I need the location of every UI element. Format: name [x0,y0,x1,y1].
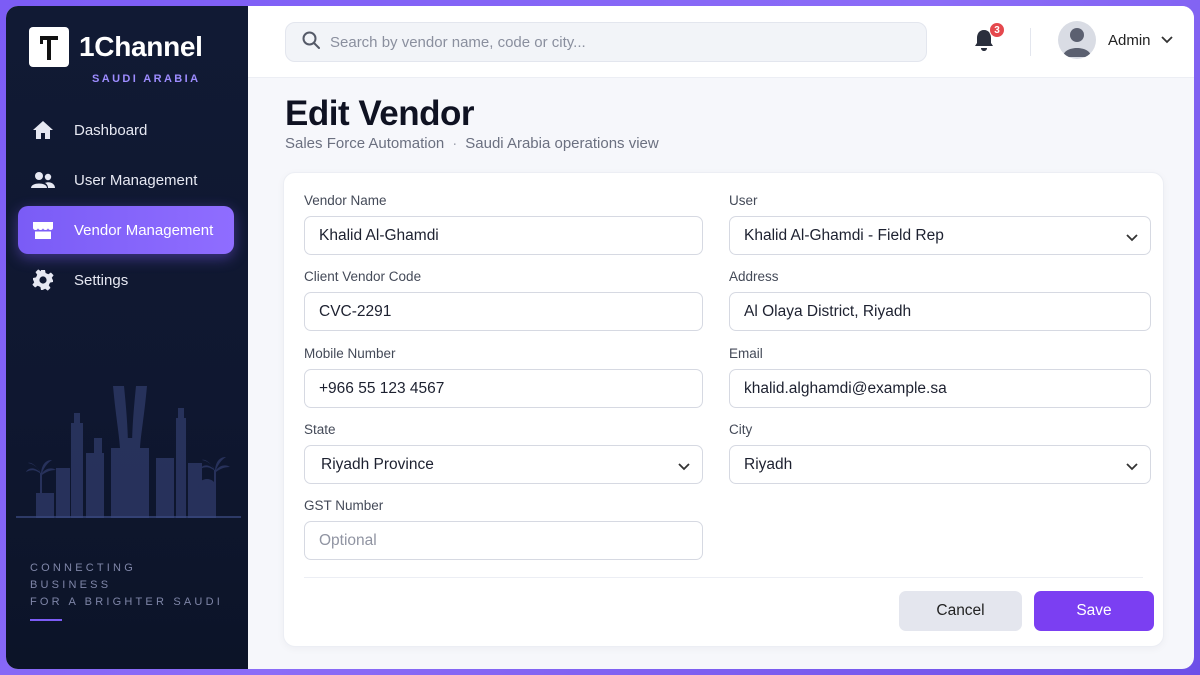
tagline-accent-bar [30,619,62,621]
field-label: Email [729,346,763,361]
notification-badge: 3 [989,22,1005,38]
tagline-line: CONNECTING [30,562,136,574]
address-field: Address Al Olaya District, Riyadh [729,269,1151,331]
gear-icon [31,268,55,292]
client-vendor-code-input[interactable]: CVC-2291 [304,292,703,331]
avatar [1058,21,1096,59]
field-label: State [304,422,336,437]
select-value: Khalid Al-Ghamdi - Field Rep [744,226,944,244]
gst-number-input[interactable]: Optional [304,521,703,560]
field-label: User [729,193,758,208]
sidebar-item-label: Settings [74,271,129,289]
sidebar-tagline: CONNECTING BUSINESS FOR A BRIGHTER SAUDI [30,560,223,611]
select-value: Riyadh [744,455,793,473]
city-field: City Riyadh [729,422,1151,484]
breadcrumb-item: Saudi Arabia operations view [465,135,659,152]
riyadh-skyline-illustration [16,386,241,518]
user-name: Admin [1108,31,1151,49]
vendor-form-card: Vendor Name Khalid Al-Ghamdi User Khalid… [283,172,1164,647]
page-title: Edit Vendor [285,94,474,133]
field-label: Mobile Number [304,346,396,361]
email-field: Email khalid.alghamdi@example.sa [729,346,1151,408]
search-bar[interactable] [285,22,927,62]
sidebar: 1Channel SAUDI ARABIA Dashboard User Man… [6,6,248,669]
state-field: State Riyadh Province [304,422,703,484]
form-divider [304,577,1143,578]
topbar: 3 Admin [248,6,1194,78]
sidebar-item-dashboard[interactable]: Dashboard [18,106,234,154]
city-select[interactable]: Riyadh [729,445,1151,484]
users-icon [31,168,55,192]
tagline-line: FOR A BRIGHTER SAUDI [30,596,223,608]
field-label: Vendor Name [304,193,387,208]
brand-logo-icon [29,27,69,67]
user-select[interactable]: Khalid Al-Ghamdi - Field Rep [729,216,1151,255]
brand-name: 1Channel [79,31,203,62]
mobile-number-input[interactable]: +966 55 123 4567 [304,369,703,408]
vendor-name-input[interactable]: Khalid Al-Ghamdi [304,216,703,255]
address-input[interactable]: Al Olaya District, Riyadh [729,292,1151,331]
vendor-name-field: Vendor Name Khalid Al-Ghamdi [304,193,703,255]
tagline-line: BUSINESS [30,579,112,591]
mobile-number-field: Mobile Number +966 55 123 4567 [304,346,703,408]
sidebar-item-label: User Management [74,171,198,189]
breadcrumb-item[interactable]: Sales Force Automation [285,135,444,152]
store-icon [31,218,55,242]
sidebar-item-label: Dashboard [74,121,148,139]
cancel-button[interactable]: Cancel [899,591,1022,631]
field-label: Client Vendor Code [304,269,422,284]
chevron-down-icon [678,458,690,476]
sidebar-item-settings[interactable]: Settings [18,256,234,304]
sidebar-item-user-management[interactable]: User Management [18,156,234,204]
search-input[interactable] [330,33,890,51]
app-window: 1Channel SAUDI ARABIA Dashboard User Man… [6,6,1194,669]
email-input[interactable]: khalid.alghamdi@example.sa [729,369,1151,408]
chevron-down-icon [1126,458,1138,476]
brand[interactable]: 1Channel [29,27,203,67]
state-select[interactable]: Riyadh Province [304,445,703,484]
home-icon [31,118,55,142]
chevron-down-icon [1160,31,1173,49]
sidebar-item-label: Vendor Management [74,221,214,239]
save-button[interactable]: Save [1034,591,1154,631]
user-menu[interactable]: Admin [1058,21,1173,59]
brand-subtitle: SAUDI ARABIA [92,73,201,85]
client-vendor-code-field: Client Vendor Code CVC-2291 [304,269,703,331]
topbar-divider [1030,28,1031,56]
breadcrumb-separator: · [452,135,458,152]
gst-number-field: GST Number Optional [304,498,703,560]
main-content: 3 Admin Edit Vendor Sales Force Automati… [248,6,1194,669]
breadcrumb: Sales Force Automation · Saudi Arabia op… [285,135,659,152]
select-value: Riyadh Province [321,455,434,473]
sidebar-nav: Dashboard User Management Vendor Managem… [18,106,234,306]
sidebar-item-vendor-management[interactable]: Vendor Management [18,206,234,254]
field-label: GST Number [304,498,384,513]
field-label: Address [729,269,779,284]
field-label: City [729,422,753,437]
search-icon [302,31,320,54]
chevron-down-icon [1126,229,1138,247]
user-field: User Khalid Al-Ghamdi - Field Rep [729,193,1151,255]
